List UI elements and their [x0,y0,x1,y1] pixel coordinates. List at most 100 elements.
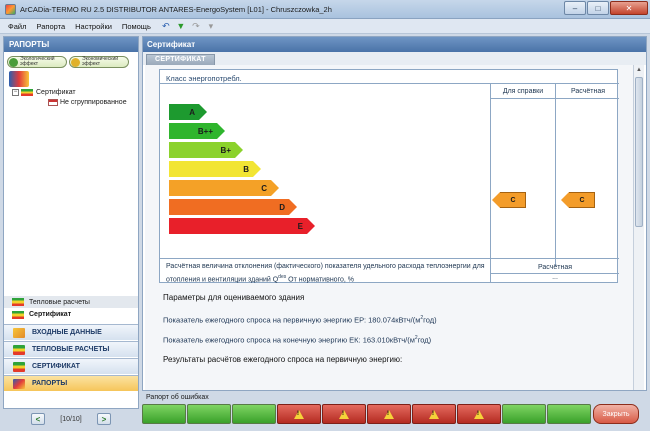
error-cell[interactable]: ! [367,404,411,424]
nav-thermal-calc[interactable]: ТЕПЛОВЫЕ РАСЧЕТЫ [4,341,138,357]
title-bar: ArCADia-TERMO RU 2.5 DISTRIBUTOR ANTARES… [0,0,650,19]
subnav-certificate[interactable]: Сертификат [4,308,138,321]
report-tree: − Сертификат Не сгруппированное [4,87,138,277]
tab-strip: СЕРТИФИКАТ [143,52,646,65]
ek-text: Показатель ежегодного спроса на конечную… [163,335,415,345]
thermal-calc-icon [13,345,25,355]
ok-cell[interactable] [547,404,591,424]
pointer-tip [492,192,500,208]
calc-class-label: C [579,196,585,204]
main-panel: Сертификат СЕРТИФИКАТ Класс энергопотреб… [142,36,647,391]
tree-item-certificate-label: Сертификат [36,89,76,96]
scroll-up-icon[interactable]: ▲ [634,65,644,75]
ok-cell[interactable] [232,404,276,424]
close-button[interactable]: Закрыть [593,404,639,424]
energy-class-bar-bplus: B+ [169,142,243,158]
calc-class-pointer: C [561,192,595,208]
nav-certificate[interactable]: СЕРТИФИКАТ [4,358,138,374]
window-controls: – □ ✕ [563,1,648,15]
scroll-thumb[interactable] [635,77,643,227]
subnav-certificate-label: Сертификат [29,311,72,318]
collapse-icon[interactable]: − [12,89,19,96]
menu-help[interactable]: Помощь [122,22,151,31]
divider [555,84,556,266]
certificate-content: Класс энергопотребл. Для справки Расчётн… [145,65,633,390]
minimize-button[interactable]: – [564,1,586,15]
pencil-icon [13,328,25,338]
primary-energy-line: Показатель ежегодного спроса на первичну… [163,315,437,325]
undo-icon[interactable]: ↶ [161,21,171,31]
ek-suffix: год) [417,335,432,345]
nav-certificate-label: СЕРТИФИКАТ [32,363,80,370]
energy-class-bar-a: A [169,104,207,120]
coin-icon [71,57,80,67]
nav-input-data[interactable]: ВХОДНЫЕ ДАННЫЕ [4,324,138,340]
energy-class-label: A [189,107,195,117]
close-window-button[interactable]: ✕ [610,1,648,15]
app-icon [5,3,16,15]
bar-arrow [235,142,243,158]
warning-icon: ! [294,409,304,419]
effect-buttons: Экологический эффект Экономический эффек… [4,52,138,68]
ok-cell[interactable] [187,404,231,424]
energy-class-icon [21,89,33,96]
thermal-icon [12,298,24,306]
subnav-thermal[interactable]: Тепловые расчеты [4,296,138,308]
reports-icon [13,379,25,389]
window-title: ArCADia-TERMO RU 2.5 DISTRIBUTOR ANTARES… [20,4,332,14]
tree-item-ungrouped[interactable]: Не сгруппированное [48,99,127,106]
menu-reports[interactable]: Рапорта [36,22,65,31]
energy-class-label: C [261,183,267,193]
energy-class-bar-bplusplus: B++ [169,123,225,139]
nav-input-data-label: ВХОДНЫЕ ДАННЫЕ [32,329,102,336]
econ-effect-label: Экономический эффект [82,56,119,67]
next-page-button[interactable]: > [96,413,111,425]
down-arrow-icon[interactable]: ▼ [176,21,186,31]
error-cell[interactable]: ! [322,404,366,424]
col-ref-header: Для справки [502,88,544,95]
tab-certificate[interactable]: СЕРТИФИКАТ [146,54,215,65]
tree-item-ungrouped-label: Не сгруппированное [60,99,127,106]
menu-settings[interactable]: Настройки [75,22,112,31]
report-tool-icon[interactable] [9,71,29,87]
error-report-bar: !!!!! Закрыть [142,404,647,426]
ok-cell[interactable] [502,404,546,424]
ep-suffix: год) [423,315,437,325]
energy-class-bar-d: D [169,199,297,215]
warning-icon: ! [339,409,349,419]
ok-cell[interactable] [142,404,186,424]
error-cell[interactable]: ! [277,404,321,424]
left-panel: РАПОРТЫ Экологический эффект Экономическ… [3,36,139,409]
energy-class-label: B [243,164,249,174]
dropdown-icon[interactable]: ▾ [206,21,216,31]
econ-effect-button[interactable]: Экономический эффект [69,56,129,68]
warning-icon: ! [474,409,484,419]
warning-mark: ! [387,410,389,417]
energy-class-label: E [297,221,303,231]
main-header: Сертификат [143,37,646,52]
error-cell[interactable]: ! [457,404,501,424]
nav-reports[interactable]: РАПОРТЫ [4,375,138,391]
energy-class-title: Класс энергопотребл. [166,74,242,83]
pager: < [10/10] > [3,409,139,429]
divider [490,98,619,99]
eco-effect-button[interactable]: Экологический эффект [7,56,67,68]
error-cell[interactable]: ! [412,404,456,424]
prev-page-button[interactable]: < [31,413,45,425]
energy-class-label: B+ [220,145,231,155]
nav-reports-label: РАПОРТЫ [32,380,68,387]
results-title: Результаты расчётов ежегодного спроса на… [163,355,403,364]
divider [160,258,619,259]
subnav-thermal-label: Тепловые расчеты [29,298,90,306]
page-indicator: [10/10] [60,415,82,423]
maximize-button[interactable]: □ [587,1,609,15]
menu-file[interactable]: Файл [8,22,26,31]
warning-mark: ! [432,410,434,417]
tree-item-certificate[interactable]: − Сертификат [12,89,76,96]
bar-arrow [271,180,279,196]
reports-panel-header: РАПОРТЫ [4,37,138,52]
eco-effect-label: Экологический эффект [20,56,55,67]
redo-icon[interactable]: ↷ [191,21,201,31]
nav-thermal-calc-label: ТЕПЛОВЫЕ РАСЧЕТЫ [32,346,110,353]
vertical-scrollbar[interactable]: ▲ [633,65,644,390]
